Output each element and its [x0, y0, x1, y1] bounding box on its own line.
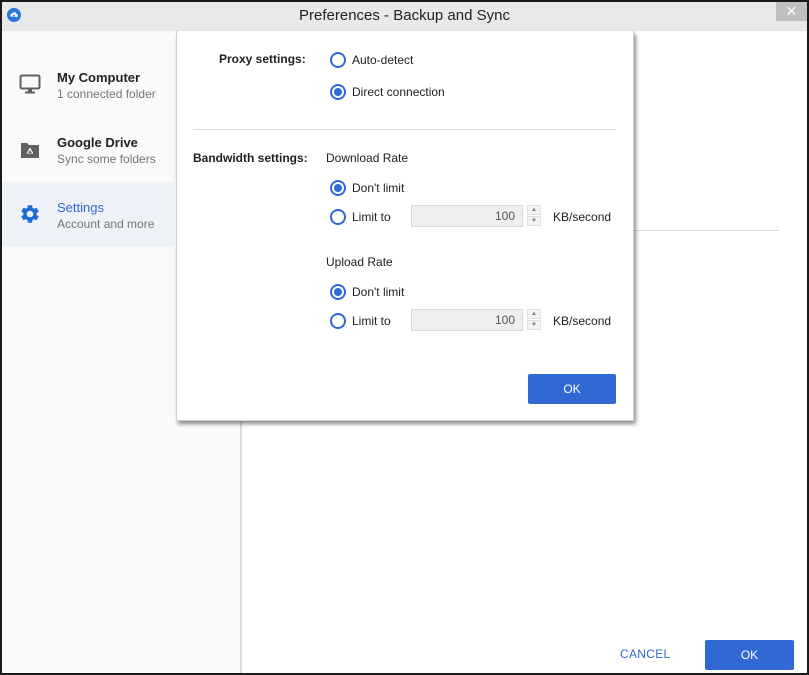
cancel-button[interactable]: CANCEL: [620, 647, 670, 661]
upload-limit-input[interactable]: 100: [411, 309, 523, 331]
ok-button[interactable]: OK: [705, 640, 794, 670]
bandwidth-settings-label: Bandwidth settings:: [193, 151, 308, 165]
section-divider: [630, 230, 780, 231]
download-rate-heading: Download Rate: [326, 151, 409, 165]
sidebar-item-settings[interactable]: Settings Account and more: [2, 182, 174, 247]
spin-down-arrow-icon[interactable]: ▼: [527, 216, 541, 226]
download-limit-spinner[interactable]: ▲ ▼: [527, 205, 541, 227]
upload-limit-label[interactable]: Limit to: [352, 314, 391, 328]
download-unit-label: KB/second: [553, 210, 612, 224]
upload-dont-limit-label[interactable]: Don't limit: [352, 285, 404, 299]
gear-icon: [21, 205, 39, 223]
sidebar-item-subtitle: Account and more: [57, 217, 155, 231]
direct-connection-radio[interactable]: [330, 84, 346, 100]
auto-detect-label[interactable]: Auto-detect: [352, 53, 413, 67]
sidebar-item-title: Google Drive: [57, 135, 138, 150]
download-limit-radio[interactable]: [330, 209, 346, 225]
sidebar-item-subtitle: 1 connected folder: [57, 87, 156, 101]
network-settings-dialog: Proxy settings: Auto-detect Direct conne…: [176, 31, 634, 421]
spin-up-arrow-icon[interactable]: ▲: [527, 309, 541, 319]
sidebar-item-my-computer[interactable]: My Computer 1 connected folder: [2, 45, 174, 110]
close-button[interactable]: ✕: [776, 2, 807, 21]
title-bar: Preferences - Backup and Sync ✕: [2, 2, 807, 31]
dialog-divider: [193, 129, 616, 130]
proxy-settings-label: Proxy settings:: [219, 52, 306, 66]
download-limit-label[interactable]: Limit to: [352, 210, 391, 224]
dialog-ok-button[interactable]: OK: [528, 374, 616, 404]
auto-detect-radio[interactable]: [330, 52, 346, 68]
drive-folder-icon: [21, 143, 39, 158]
upload-unit-label: KB/second: [553, 314, 612, 328]
sidebar-item-title: Settings: [57, 200, 104, 215]
upload-limit-radio[interactable]: [330, 313, 346, 329]
preferences-window: Preferences - Backup and Sync ✕ My Compu…: [0, 0, 809, 675]
sidebar-item-subtitle: Sync some folders: [57, 152, 156, 166]
spin-up-arrow-icon[interactable]: ▲: [527, 205, 541, 215]
upload-rate-heading: Upload Rate: [326, 255, 393, 269]
download-dont-limit-label[interactable]: Don't limit: [352, 181, 404, 195]
download-dont-limit-radio[interactable]: [330, 180, 346, 196]
download-limit-input[interactable]: 100: [411, 205, 523, 227]
upload-limit-spinner[interactable]: ▲ ▼: [527, 309, 541, 331]
sidebar-item-google-drive[interactable]: Google Drive Sync some folders: [2, 117, 174, 182]
window-title: Preferences - Backup and Sync: [299, 7, 510, 24]
sidebar-item-title: My Computer: [57, 70, 141, 85]
upload-dont-limit-radio[interactable]: [330, 284, 346, 300]
direct-connection-label[interactable]: Direct connection: [352, 85, 445, 99]
monitor-icon: [19, 74, 41, 94]
spin-down-arrow-icon[interactable]: ▼: [527, 320, 541, 330]
